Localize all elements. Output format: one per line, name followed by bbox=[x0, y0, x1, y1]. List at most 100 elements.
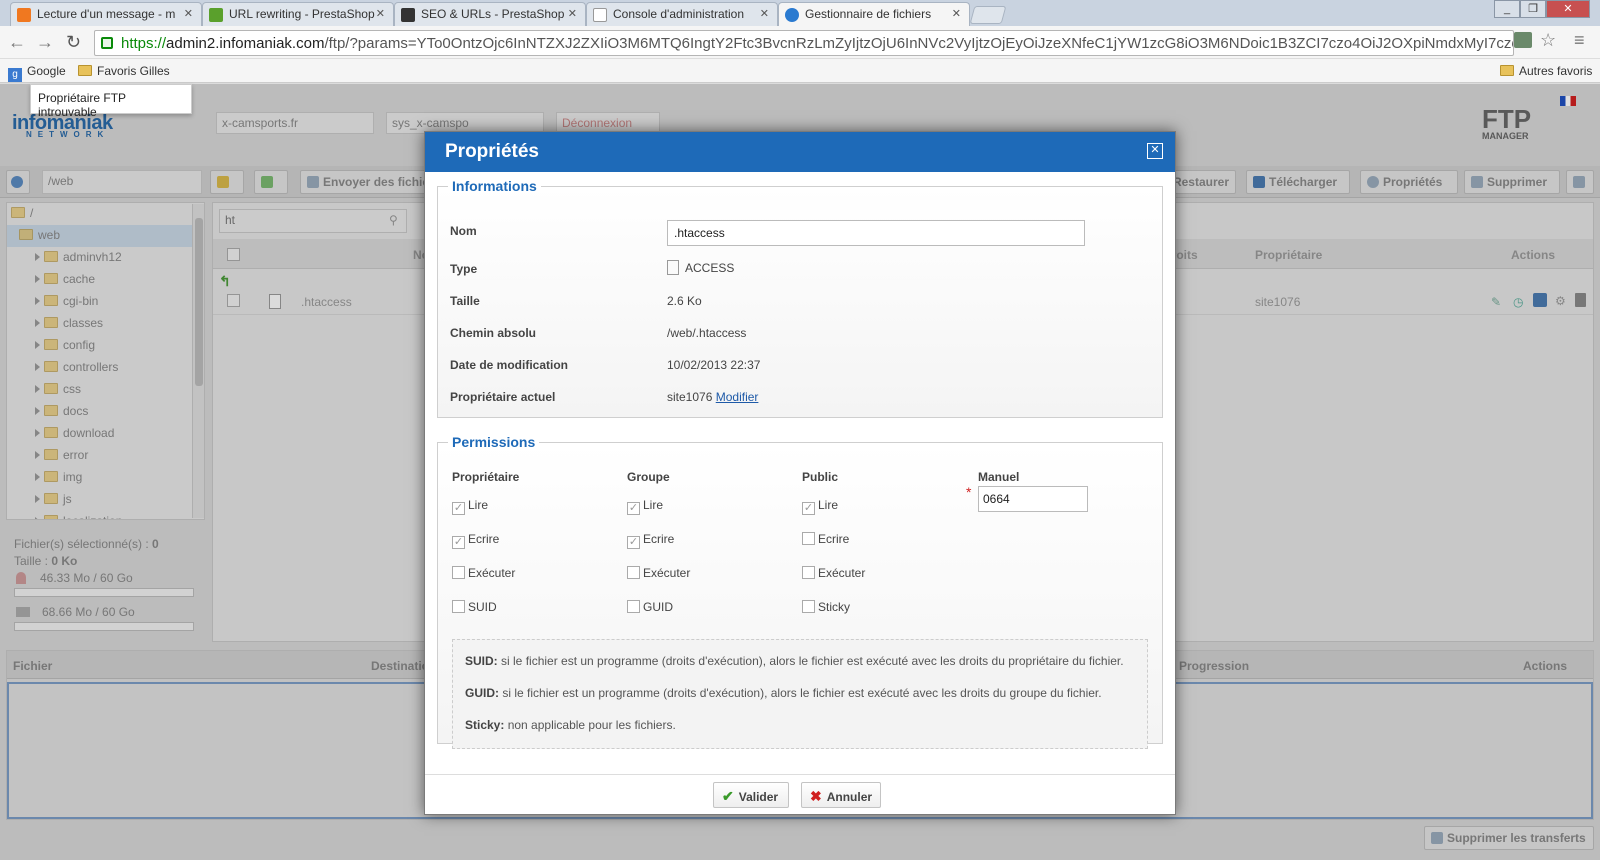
permission-checkbox-group-0[interactable]: ✓ Lire bbox=[627, 498, 663, 515]
checked-box-icon[interactable]: ✓ bbox=[627, 536, 640, 549]
path-label: Chemin absolu bbox=[450, 326, 537, 340]
checkbox-icon[interactable] bbox=[627, 566, 640, 579]
check-icon: ✔ bbox=[722, 788, 734, 804]
folder-icon bbox=[1500, 65, 1514, 76]
orange-favicon-icon bbox=[17, 8, 31, 22]
back-icon[interactable]: ← bbox=[8, 32, 26, 53]
permission-checkbox-group-3[interactable]: GUID bbox=[627, 600, 673, 614]
minimize-button[interactable]: _ bbox=[1494, 0, 1520, 18]
maximize-button[interactable]: ❐ bbox=[1520, 0, 1546, 18]
owner-value: site1076 Modifier bbox=[667, 390, 759, 404]
manual-column-header: Manuel bbox=[978, 470, 1020, 484]
permission-checkbox-owner-2[interactable]: Exécuter bbox=[452, 566, 515, 580]
permissions-legend: Permissions bbox=[452, 434, 536, 450]
checked-box-icon[interactable]: ✓ bbox=[452, 502, 465, 515]
close-tab-icon[interactable]: ✕ bbox=[376, 7, 385, 20]
public-column-header: Public bbox=[802, 470, 839, 484]
permission-label: GUID bbox=[643, 600, 673, 614]
bookmark-favoris-gilles[interactable]: Favoris Gilles bbox=[78, 64, 170, 78]
prestashop-favicon-icon bbox=[401, 8, 415, 22]
checkbox-icon[interactable] bbox=[802, 532, 815, 545]
close-tab-icon[interactable]: ✕ bbox=[760, 7, 769, 20]
browser-tab[interactable]: Lecture d'un message - m ✕ bbox=[10, 2, 202, 26]
google-icon: g bbox=[8, 68, 22, 82]
browser-tab[interactable]: Console d'administration ✕ bbox=[586, 2, 778, 26]
permission-help: SUID: si le fichier est un programme (dr… bbox=[452, 639, 1148, 749]
permission-checkbox-public-2[interactable]: Exécuter bbox=[802, 566, 865, 580]
permission-label: Exécuter bbox=[643, 566, 691, 580]
path-value: /web/.htaccess bbox=[667, 326, 747, 340]
close-tab-icon[interactable]: ✕ bbox=[184, 7, 193, 20]
name-label: Nom bbox=[450, 224, 477, 238]
permission-checkbox-owner-0[interactable]: ✓ Lire bbox=[452, 498, 488, 515]
permission-label: Lire bbox=[468, 498, 489, 512]
close-tab-icon[interactable]: ✕ bbox=[952, 7, 961, 20]
permission-checkbox-public-3[interactable]: Sticky bbox=[802, 600, 850, 614]
owner-label: Propriétaire actuel bbox=[450, 390, 556, 404]
browser-toolbar: ← → ↻ https://admin2.infomaniak.com/ftp/… bbox=[0, 26, 1600, 59]
required-marker: * bbox=[966, 484, 972, 500]
manual-permission-input[interactable]: 0664 bbox=[978, 486, 1088, 512]
help-suid: SUID: si le fichier est un programme (dr… bbox=[465, 654, 1124, 668]
checkbox-icon[interactable] bbox=[627, 600, 640, 613]
checked-box-icon[interactable]: ✓ bbox=[802, 502, 815, 515]
cross-icon: ✖ bbox=[810, 788, 822, 804]
permission-label: Ecrire bbox=[643, 532, 675, 546]
help-guid: GUID: si le fichier est un programme (dr… bbox=[465, 686, 1102, 700]
bookmark-star-icon[interactable]: ☆ bbox=[1540, 30, 1556, 51]
permission-checkbox-public-0[interactable]: ✓ Lire bbox=[802, 498, 838, 515]
permission-checkbox-group-1[interactable]: ✓ Ecrire bbox=[627, 532, 674, 549]
address-bar[interactable]: https://admin2.infomaniak.com/ftp/?param… bbox=[94, 30, 1514, 56]
new-tab-button[interactable] bbox=[969, 6, 1007, 24]
permissions-fieldset: Permissions Propriétaire Groupe Public M… bbox=[437, 434, 1163, 749]
reload-icon[interactable]: ↻ bbox=[66, 32, 81, 53]
size-label: Taille bbox=[450, 294, 480, 308]
bookmarks-bar: g Google Favoris Gilles Autres favoris bbox=[0, 59, 1600, 83]
size-value: 2.6 Ko bbox=[667, 294, 702, 308]
checkbox-icon[interactable] bbox=[802, 600, 815, 613]
checked-box-icon[interactable]: ✓ bbox=[452, 536, 465, 549]
permission-label: Exécuter bbox=[818, 566, 866, 580]
browser-tab[interactable]: SEO & URLs - PrestaShop ✕ bbox=[394, 2, 586, 26]
other-bookmarks[interactable]: Autres favoris bbox=[1500, 64, 1592, 78]
browser-tab-active[interactable]: Gestionnaire de fichiers ✕ bbox=[778, 2, 970, 26]
type-label: Type bbox=[450, 262, 478, 276]
close-window-button[interactable]: ✕ bbox=[1546, 0, 1590, 18]
dialog-footer: ✔ Valider ✖ Annuler bbox=[425, 774, 1175, 814]
group-column-header: Groupe bbox=[627, 470, 670, 484]
forward-icon[interactable]: → bbox=[36, 32, 54, 53]
permission-label: SUID bbox=[468, 600, 497, 614]
close-tab-icon[interactable]: ✕ bbox=[568, 7, 577, 20]
owner-column-header: Propriétaire bbox=[452, 470, 520, 484]
permission-checkbox-public-1[interactable]: Ecrire bbox=[802, 532, 849, 546]
browser-tab[interactable]: URL rewriting - PrestaShop ✕ bbox=[202, 2, 394, 26]
tooltip: Propriétaire FTP introuvable bbox=[30, 84, 192, 119]
name-input[interactable]: .htaccess bbox=[667, 220, 1085, 246]
validate-button[interactable]: ✔ Valider bbox=[713, 782, 789, 808]
file-icon bbox=[667, 260, 679, 275]
permission-label: Lire bbox=[818, 498, 839, 512]
permission-checkbox-owner-3[interactable]: SUID bbox=[452, 600, 497, 614]
checkbox-icon[interactable] bbox=[452, 566, 465, 579]
lock-icon bbox=[101, 37, 113, 49]
permission-label: Sticky bbox=[818, 600, 851, 614]
extension-icon[interactable] bbox=[1514, 32, 1532, 48]
bookmark-google[interactable]: g Google bbox=[8, 64, 66, 82]
dialog-title: Propriétés bbox=[425, 132, 1175, 172]
permission-checkbox-owner-1[interactable]: ✓ Ecrire bbox=[452, 532, 499, 549]
permission-label: Lire bbox=[643, 498, 664, 512]
permission-label: Exécuter bbox=[468, 566, 516, 580]
permission-label: Ecrire bbox=[818, 532, 850, 546]
prestashop-favicon-icon bbox=[209, 8, 223, 22]
checkbox-icon[interactable] bbox=[802, 566, 815, 579]
checkbox-icon[interactable] bbox=[452, 600, 465, 613]
permission-label: Ecrire bbox=[468, 532, 500, 546]
modify-owner-link[interactable]: Modifier bbox=[716, 390, 759, 404]
permission-checkbox-group-2[interactable]: Exécuter bbox=[627, 566, 690, 580]
cancel-button[interactable]: ✖ Annuler bbox=[801, 782, 881, 808]
close-icon[interactable]: ✕ bbox=[1147, 143, 1163, 159]
checked-box-icon[interactable]: ✓ bbox=[627, 502, 640, 515]
menu-icon[interactable]: ≡ bbox=[1574, 30, 1585, 51]
date-value: 10/02/2013 22:37 bbox=[667, 358, 761, 372]
tab-strip: Lecture d'un message - m ✕ URL rewriting … bbox=[0, 0, 1600, 26]
